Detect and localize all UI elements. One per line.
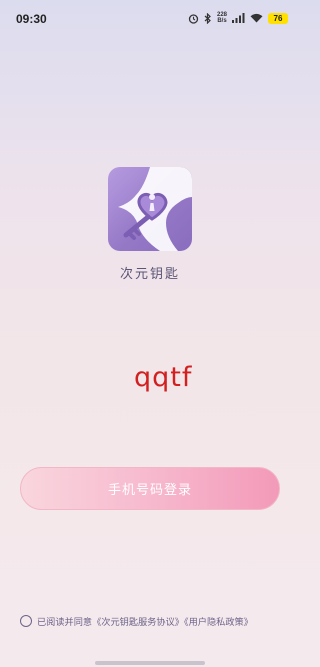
network-speed-unit: B/s [217,18,227,24]
agreement-checkbox[interactable] [20,615,32,627]
status-icons: 228 B/s 76 [188,11,288,25]
agreement-row: 已阅读并同意《次元钥匙服务协议》《用户隐私政策》 [20,613,253,629]
alarm-icon [188,13,199,24]
network-speed: 228 B/s [217,12,227,24]
battery-indicator: 76 [268,12,288,24]
cellular-signal-icon [232,13,245,23]
status-bar: 09:30 228 B/s 76 [0,0,300,36]
home-indicator [95,661,205,665]
app-name: 次元钥匙 [119,267,180,282]
phone-login-button[interactable]: 手机号码登录 [20,467,280,510]
captcha-text: qqtf [134,362,193,393]
agreement-text[interactable]: 已阅读并同意《次元钥匙服务协议》《用户隐私政策》 [37,614,253,628]
heart-key-icon [118,167,192,251]
app-logo [108,167,192,251]
status-time: 09:30 [16,12,47,26]
bluetooth-icon [204,12,211,24]
wifi-icon [250,13,263,23]
